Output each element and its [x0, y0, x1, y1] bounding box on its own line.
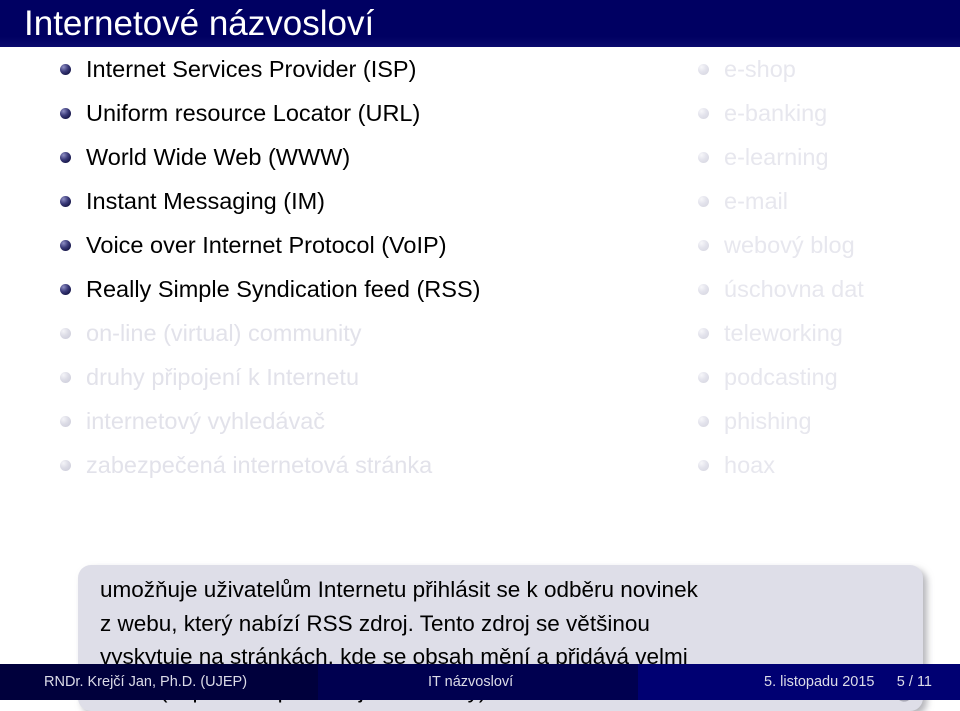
list-item: Really Simple Syndication feed (RSS): [52, 267, 612, 311]
list-item: Uniform resource Locator (URL): [52, 91, 612, 135]
bullet-dot-icon: [60, 240, 71, 251]
list-item: podcasting: [690, 355, 955, 399]
footer-page-number: 5 / 11: [896, 674, 932, 690]
list-item-label: phishing: [724, 408, 812, 434]
list-item-label: zabezpečená internetová stránka: [86, 452, 433, 478]
list-item: e-mail: [690, 179, 955, 223]
list-item: hoax: [690, 443, 955, 487]
list-item: phishing: [690, 399, 955, 443]
list-item-label: e-mail: [724, 188, 788, 214]
footer-title-segment: IT názvosloví: [318, 664, 638, 700]
left-bullet-list: Internet Services Provider (ISP) Uniform …: [52, 47, 612, 487]
callout-line: z webu, který nabízí RSS zdroj. Tento zd…: [100, 610, 650, 636]
list-item: Internet Services Provider (ISP): [52, 47, 612, 91]
list-item-label: Really Simple Syndication feed (RSS): [86, 276, 481, 302]
bullet-dot-icon: [698, 372, 709, 383]
list-item-label: druhy připojení k Internetu: [86, 364, 360, 390]
list-item-label: World Wide Web (WWW): [86, 144, 351, 170]
list-item: World Wide Web (WWW): [52, 135, 612, 179]
list-item: teleworking: [690, 311, 955, 355]
bullet-dot-icon: [698, 240, 709, 251]
callout-line: umožňuje uživatelům Internetu přihlásit …: [100, 577, 698, 602]
list-item: Instant Messaging (IM): [52, 179, 612, 223]
bullet-dot-icon: [60, 196, 71, 207]
list-item-label: hoax: [724, 452, 775, 478]
list-item-label: Internet Services Provider (ISP): [86, 56, 417, 82]
list-item: zabezpečená internetová stránka: [52, 443, 612, 487]
bullet-dot-icon: [60, 64, 71, 75]
bullet-dot-icon: [698, 328, 709, 339]
footer-author-segment: RNDr. Krejčí Jan, Ph.D. (UJEP): [0, 664, 318, 700]
footer-author-label: RNDr. Krejčí Jan, Ph.D. (UJEP): [44, 674, 248, 690]
list-item-label: e-banking: [724, 100, 828, 126]
right-bullet-list: e-shop e-banking e-learning e-mail webový bl…: [690, 47, 955, 487]
footer-meta-segment: 5. listopadu 2015 5 / 11: [638, 664, 960, 700]
page-title: Internetové názvosloví: [24, 4, 375, 43]
list-item-label: Voice over Internet Protocol (VoIP): [86, 232, 447, 258]
list-item: webový blog: [690, 223, 955, 267]
slide-title-banner: Internetové názvosloví: [0, 0, 960, 47]
list-item-label: Instant Messaging (IM): [86, 188, 326, 214]
bullet-dot-icon: [60, 284, 71, 295]
bullet-dot-icon: [60, 460, 71, 471]
list-item-label: úschovna dat: [724, 276, 864, 302]
slide-body: Internet Services Provider (ISP) Uniform …: [0, 47, 960, 711]
bullet-dot-icon: [698, 196, 709, 207]
right-column: e-shop e-banking e-learning e-mail webový bl…: [690, 47, 955, 487]
list-item-label: e-shop: [724, 56, 796, 82]
bullet-dot-icon: [698, 108, 709, 119]
footer-date-label: 5. listopadu 2015: [764, 674, 875, 690]
slide-footer: RNDr. Krejčí Jan, Ph.D. (UJEP) IT názvos…: [0, 664, 960, 700]
left-column: Internet Services Provider (ISP) Uniform …: [52, 47, 612, 487]
list-item-label: teleworking: [724, 320, 843, 346]
bullet-dot-icon: [698, 152, 709, 163]
bullet-dot-icon: [698, 284, 709, 295]
list-item: e-learning: [690, 135, 955, 179]
bullet-dot-icon: [60, 108, 71, 119]
list-item-label: Uniform resource Locator (URL): [86, 100, 421, 126]
footer-short-title-label: IT názvosloví: [428, 674, 514, 690]
list-item: druhy připojení k Internetu: [52, 355, 612, 399]
list-item-label: on-line (virtual) community: [86, 320, 362, 346]
bullet-dot-icon: [60, 328, 71, 339]
bullet-dot-icon: [698, 416, 709, 427]
bullet-dot-icon: [698, 64, 709, 75]
bullet-dot-icon: [698, 460, 709, 471]
bullet-dot-icon: [60, 372, 71, 383]
list-item: Voice over Internet Protocol (VoIP): [52, 223, 612, 267]
list-item-label: podcasting: [724, 364, 838, 390]
list-item: e-banking: [690, 91, 955, 135]
bullet-dot-icon: [60, 152, 71, 163]
list-item-label: internetový vyhledávač: [86, 408, 326, 434]
list-item: e-shop: [690, 47, 955, 91]
list-item: úschovna dat: [690, 267, 955, 311]
list-item-label: webový blog: [724, 232, 855, 258]
list-item: on-line (virtual) community: [52, 311, 612, 355]
list-item-label: e-learning: [724, 144, 829, 170]
bullet-dot-icon: [60, 416, 71, 427]
list-item: internetový vyhledávač: [52, 399, 612, 443]
